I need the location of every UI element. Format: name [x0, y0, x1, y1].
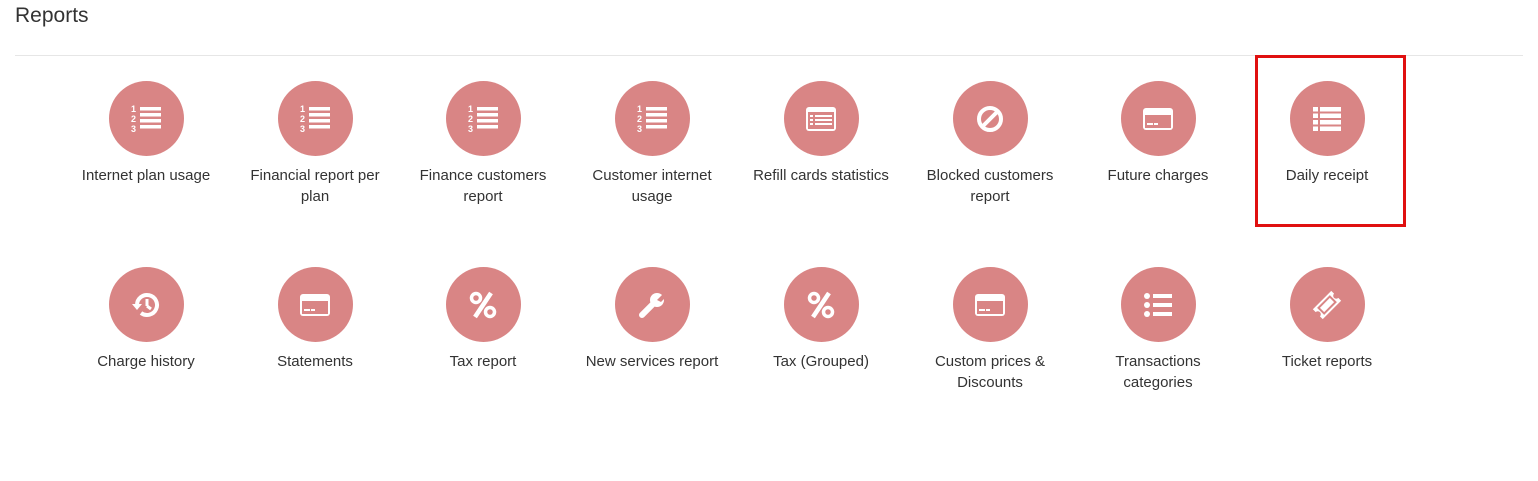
report-icon-circle[interactable]: [783, 81, 859, 156]
report-icon-circle[interactable]: [277, 81, 353, 156]
report-label[interactable]: Blocked customers report: [915, 165, 1065, 207]
highlight-box: [1255, 55, 1406, 227]
report-icon-circle[interactable]: [108, 81, 184, 156]
ticket-icon: [1310, 288, 1344, 322]
report-statements[interactable]: Statements: [240, 267, 390, 372]
report-icon-circle[interactable]: [1120, 267, 1196, 342]
report-label[interactable]: Ticket reports: [1252, 351, 1402, 372]
list-card-icon: [804, 102, 838, 136]
report-label[interactable]: Future charges: [1083, 165, 1233, 186]
report-label[interactable]: Financial report per plan: [240, 165, 390, 207]
report-label[interactable]: Refill cards statistics: [746, 165, 896, 186]
report-refill-cards-statistics[interactable]: Refill cards statistics: [746, 81, 896, 186]
report-icon-circle[interactable]: [1289, 267, 1365, 342]
report-label[interactable]: Custom prices & Discounts: [915, 351, 1065, 393]
report-icon-circle[interactable]: [783, 267, 859, 342]
report-custom-prices-discounts[interactable]: Custom prices & Discounts: [915, 267, 1065, 393]
credit-card-icon: [1141, 102, 1175, 136]
report-label[interactable]: Customer internet usage: [577, 165, 727, 207]
report-future-charges[interactable]: Future charges: [1083, 81, 1233, 186]
report-icon-circle[interactable]: [952, 81, 1028, 156]
ban-icon: [973, 102, 1007, 136]
credit-card-icon: [973, 288, 1007, 322]
report-icon-circle[interactable]: [277, 267, 353, 342]
report-label[interactable]: Charge history: [71, 351, 221, 372]
report-label[interactable]: Transactions categories: [1083, 351, 1233, 393]
report-label[interactable]: New services report: [577, 351, 727, 372]
report-finance-customers-report[interactable]: Finance customers report: [408, 81, 558, 207]
report-icon-circle[interactable]: [1120, 81, 1196, 156]
page-title: Reports: [15, 4, 89, 27]
report-icon-circle[interactable]: [108, 267, 184, 342]
report-icon-circle[interactable]: [445, 267, 521, 342]
report-icon-circle[interactable]: [952, 267, 1028, 342]
report-label[interactable]: Statements: [240, 351, 390, 372]
percent-icon: [804, 288, 838, 322]
ordered-list-icon: [635, 102, 669, 136]
report-label[interactable]: Internet plan usage: [71, 165, 221, 186]
ordered-list-icon: [129, 102, 163, 136]
report-customer-internet-usage[interactable]: Customer internet usage: [577, 81, 727, 207]
history-icon: [129, 288, 163, 322]
report-new-services-report[interactable]: New services report: [577, 267, 727, 372]
report-icon-circle[interactable]: [445, 81, 521, 156]
report-icon-circle[interactable]: [614, 267, 690, 342]
report-label[interactable]: Tax (Grouped): [746, 351, 896, 372]
report-label[interactable]: Tax report: [408, 351, 558, 372]
report-ticket-reports[interactable]: Ticket reports: [1252, 267, 1402, 372]
report-tax-report[interactable]: Tax report: [408, 267, 558, 372]
percent-icon: [466, 288, 500, 322]
credit-card-icon: [298, 288, 332, 322]
bulleted-list-icon: [1141, 288, 1175, 322]
report-transactions-categories[interactable]: Transactions categories: [1083, 267, 1233, 393]
report-tax-grouped[interactable]: Tax (Grouped): [746, 267, 896, 372]
report-internet-plan-usage[interactable]: Internet plan usage: [71, 81, 221, 186]
wrench-icon: [635, 288, 669, 322]
report-financial-report-per-plan[interactable]: Financial report per plan: [240, 81, 390, 207]
report-blocked-customers-report[interactable]: Blocked customers report: [915, 81, 1065, 207]
ordered-list-icon: [466, 102, 500, 136]
report-label[interactable]: Finance customers report: [408, 165, 558, 207]
ordered-list-icon: [298, 102, 332, 136]
report-charge-history[interactable]: Charge history: [71, 267, 221, 372]
report-icon-circle[interactable]: [614, 81, 690, 156]
